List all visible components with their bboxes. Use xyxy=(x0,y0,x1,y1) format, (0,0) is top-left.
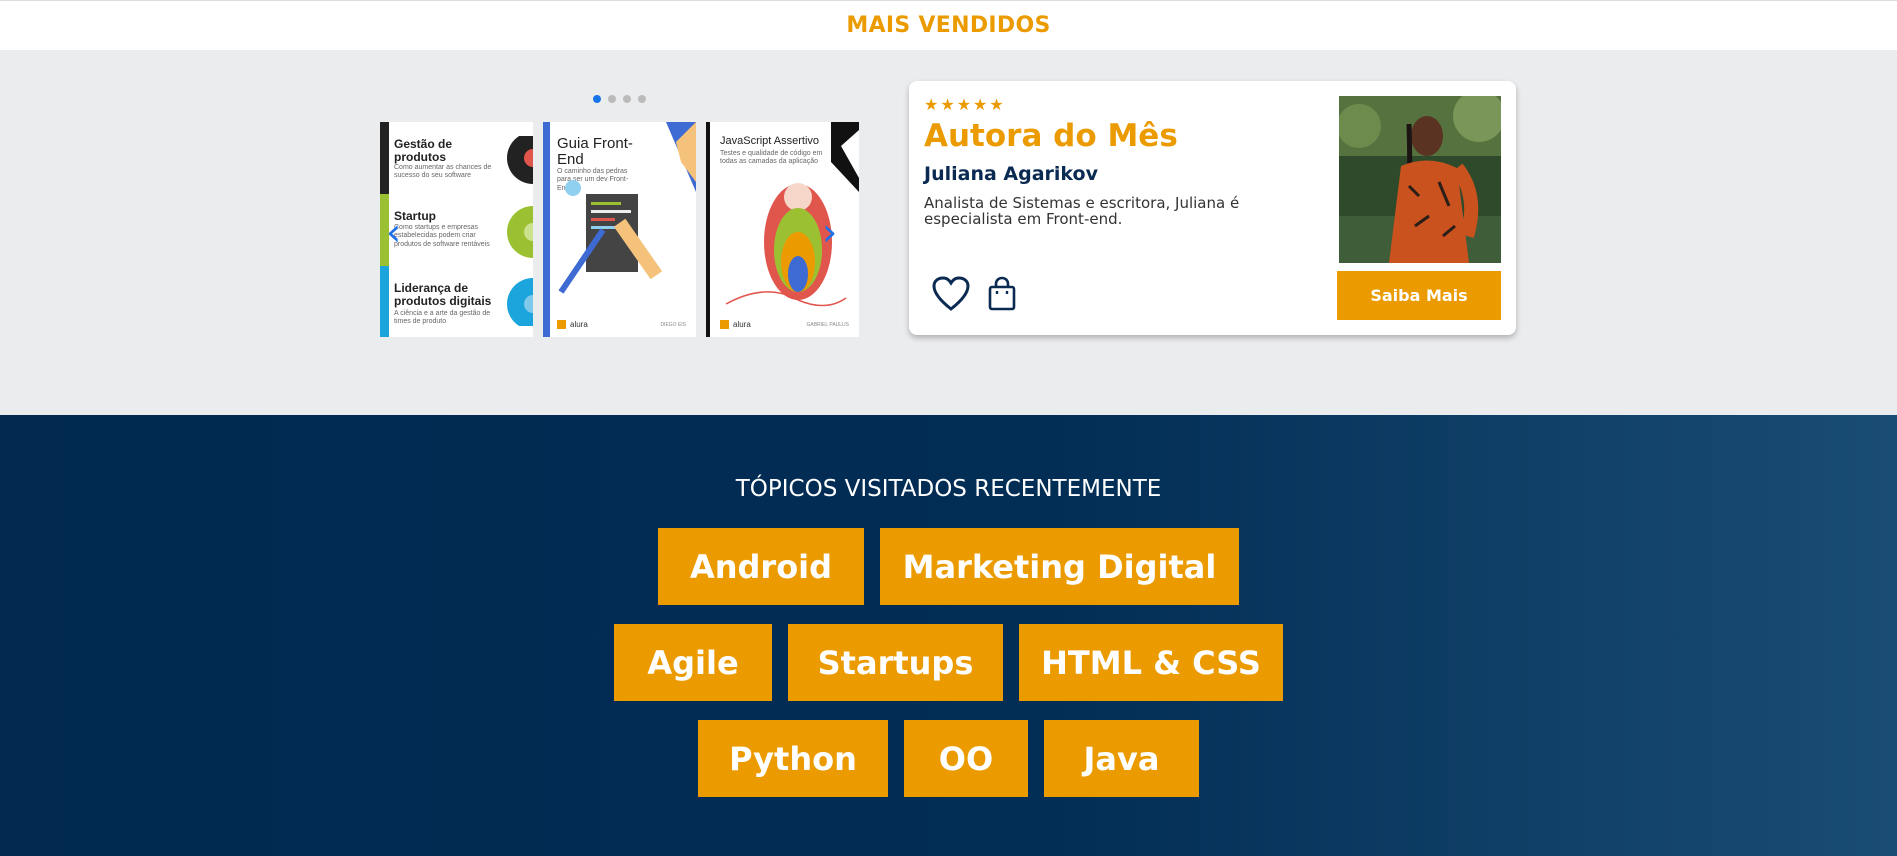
bestsellers-section: Gestão de produtos Como aumentar as chan… xyxy=(0,50,1897,415)
book-graphic xyxy=(558,122,696,294)
recent-topics-section: TÓPICOS VISITADOS RECENTEMENTE Android M… xyxy=(0,415,1897,856)
carousel-dots xyxy=(593,95,646,103)
author-photo-image xyxy=(1339,96,1501,263)
topic-tag-startups[interactable]: Startups xyxy=(788,624,1003,701)
book-publisher: alura xyxy=(557,320,588,329)
bestsellers-title: MAIS VENDIDOS xyxy=(846,13,1051,38)
author-of-month-card: ★★★★★ Autora do Mês Juliana Agarikov Ana… xyxy=(909,81,1516,335)
topic-tag-android[interactable]: Android xyxy=(658,528,864,605)
carousel-dot-3[interactable] xyxy=(623,95,631,103)
book-circles-graphic xyxy=(507,136,533,326)
author-card-title: Autora do Mês xyxy=(924,118,1178,154)
author-photo xyxy=(1339,96,1501,263)
carousel-prev-arrow-icon[interactable]: ‹ xyxy=(386,212,414,252)
book-section-subtitle: A ciência e a arte da gestão de times de… xyxy=(394,310,491,326)
book-stripe xyxy=(380,266,389,337)
book-list: Gestão de produtos Como aumentar as chan… xyxy=(380,122,861,337)
carousel-next-arrow-icon[interactable]: › xyxy=(822,212,850,252)
book-publisher: alura xyxy=(720,320,751,329)
topic-tag-marketing-digital[interactable]: Marketing Digital xyxy=(880,528,1239,605)
book-author: DIEGO EIS xyxy=(660,322,686,328)
carousel-dot-4[interactable] xyxy=(638,95,646,103)
recent-topics-title: TÓPICOS VISITADOS RECENTEMENTE xyxy=(735,476,1162,502)
saiba-mais-button[interactable]: Saiba Mais xyxy=(1337,271,1501,320)
topic-tag-agile[interactable]: Agile xyxy=(614,624,772,701)
carousel-dot-2[interactable] xyxy=(608,95,616,103)
book-subtitle: Como aumentar as chances de sucesso do s… xyxy=(394,164,492,180)
topic-tag-html-css[interactable]: HTML & CSS xyxy=(1019,624,1283,701)
shopping-bag-icon[interactable] xyxy=(987,276,1017,312)
books-carousel: Gestão de produtos Como aumentar as chan… xyxy=(380,90,861,340)
author-name: Juliana Agarikov xyxy=(924,163,1098,185)
bestsellers-header: MAIS VENDIDOS xyxy=(0,0,1897,50)
topic-tag-python[interactable]: Python xyxy=(698,720,888,797)
book-stripe xyxy=(380,122,389,194)
carousel-dot-1[interactable] xyxy=(593,95,601,103)
book-title: Gestão de produtos xyxy=(394,137,453,164)
book-section-title: Liderança de produtos digitais xyxy=(394,281,492,308)
book-author: GABRIEL PAULUS xyxy=(806,322,849,328)
author-description: Analista de Sistemas e escritora, Julian… xyxy=(924,194,1240,228)
rating-stars: ★★★★★ xyxy=(924,95,1006,114)
publisher-logo-icon xyxy=(557,320,566,329)
publisher-logo-icon xyxy=(720,320,729,329)
book-stripe xyxy=(543,122,550,337)
topic-tag-java[interactable]: Java xyxy=(1044,720,1199,797)
topic-tag-oo[interactable]: OO xyxy=(904,720,1028,797)
book-guia-front-end[interactable]: Guia Front-End O caminho das pedras para… xyxy=(543,122,696,337)
heart-icon[interactable] xyxy=(931,276,971,312)
